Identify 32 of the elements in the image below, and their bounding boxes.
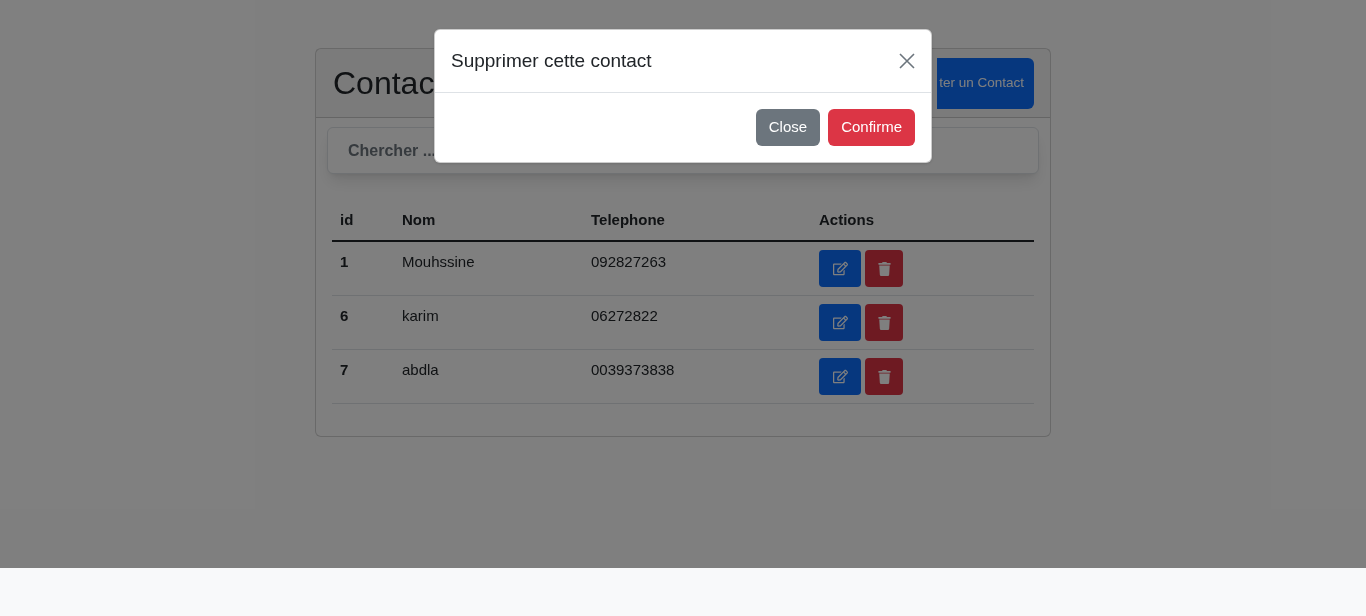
dialog-title: Supprimer cette contact (451, 49, 652, 73)
table-cell: 06272822 (583, 295, 811, 350)
column-header: Telephone (583, 200, 811, 241)
edit-button[interactable] (819, 250, 861, 287)
confirm-button[interactable]: Confirme (828, 109, 915, 146)
edit-icon (832, 369, 848, 384)
trash-icon (877, 369, 891, 384)
close-icon (899, 53, 915, 69)
delete-button[interactable] (865, 250, 903, 287)
trash-icon (877, 315, 891, 330)
table-cell: abdla (394, 349, 583, 404)
edit-icon (832, 315, 848, 330)
table-cell: 1 (332, 241, 394, 296)
column-header: id (332, 200, 394, 241)
delete-button[interactable] (865, 358, 903, 395)
edit-button[interactable] (819, 358, 861, 395)
table-cell: 7 (332, 349, 394, 404)
page-title: Contac (333, 64, 435, 103)
edit-button[interactable] (819, 304, 861, 341)
edit-icon (832, 261, 848, 276)
delete-button[interactable] (865, 304, 903, 341)
close-dialog-button[interactable]: Close (755, 109, 821, 146)
close-button[interactable] (899, 53, 915, 69)
trash-icon (877, 261, 891, 276)
column-header: Actions (811, 200, 1034, 241)
table-cell: 092827263 (583, 241, 811, 296)
table-cell: 6 (332, 295, 394, 350)
table-cell: karim (394, 295, 583, 350)
table-cell: 0039373838 (583, 349, 811, 404)
column-header: Nom (394, 200, 583, 241)
table-cell: Mouhssine (394, 241, 583, 296)
add-contact-button[interactable]: ter un Contact (937, 57, 1034, 109)
